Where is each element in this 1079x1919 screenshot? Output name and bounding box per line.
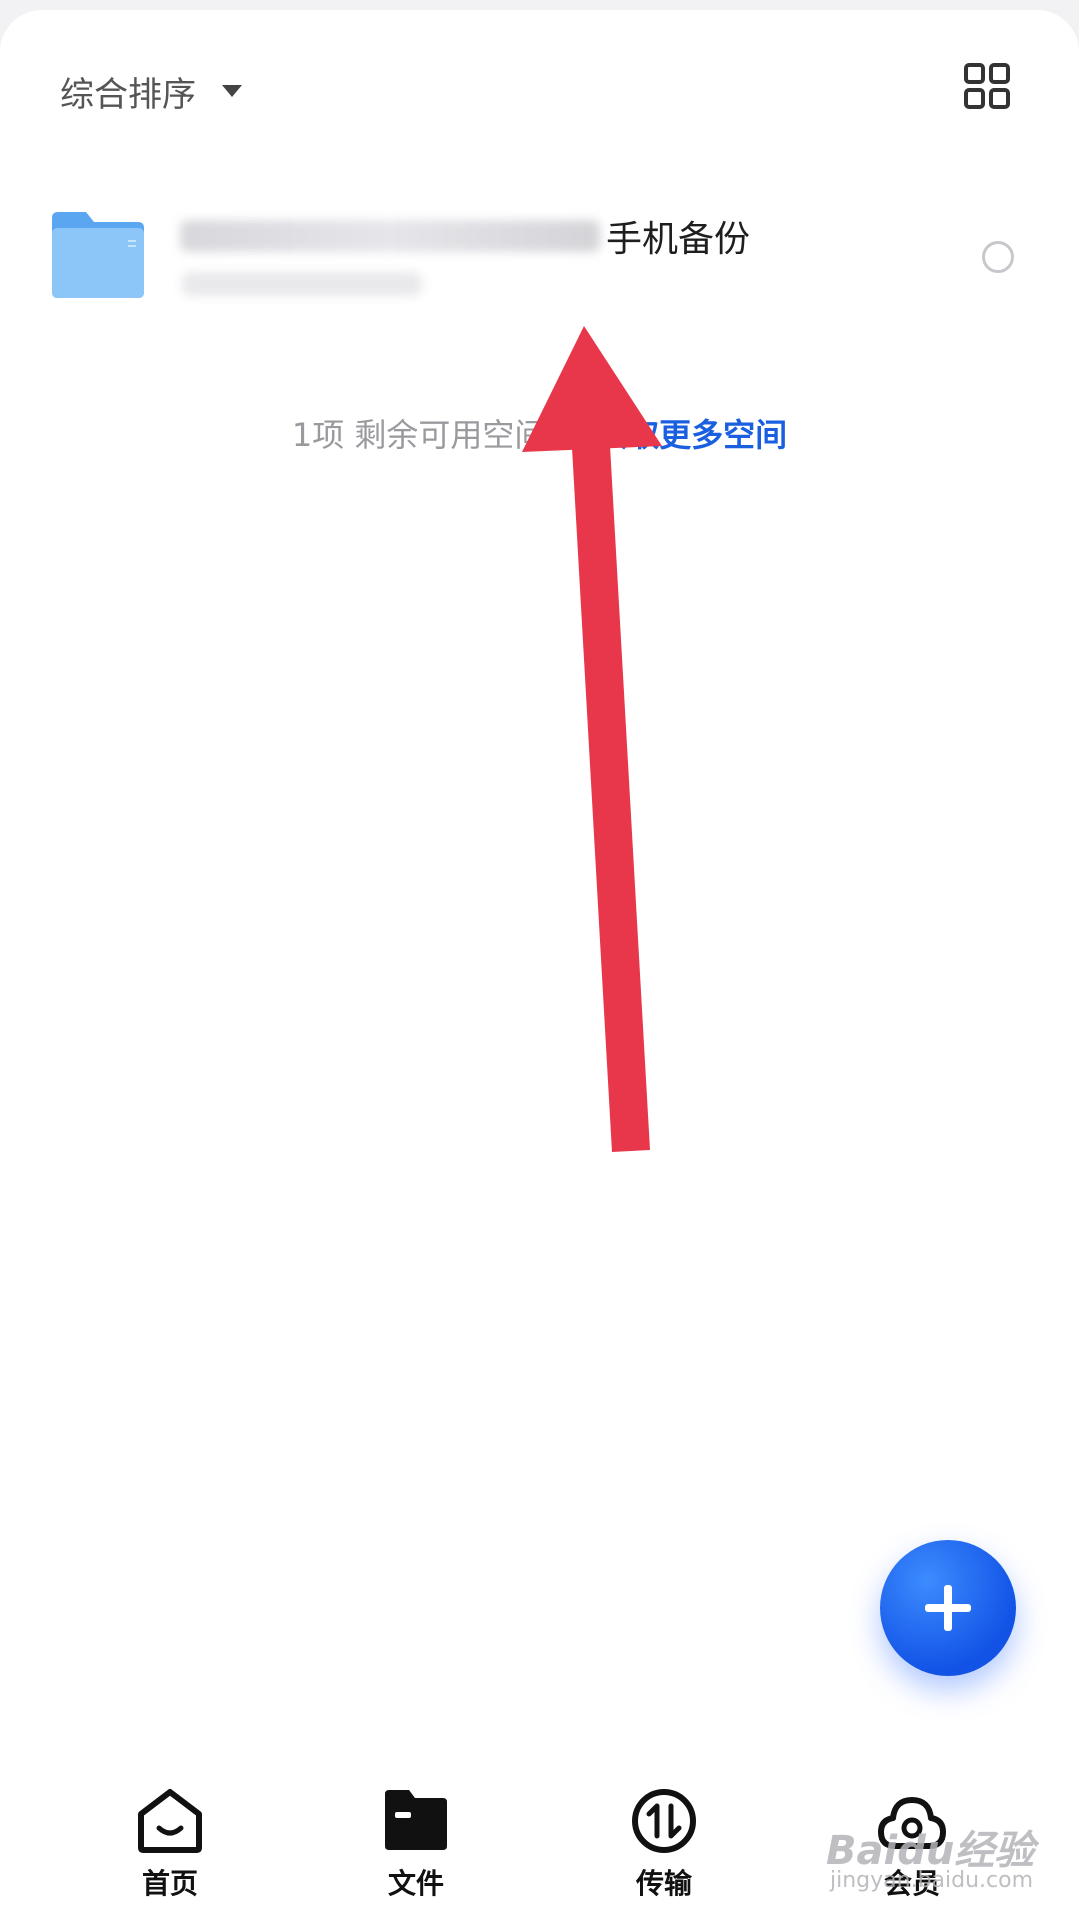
nav-label: 文件	[387, 1867, 444, 1900]
redacted-subtitle	[182, 272, 422, 296]
folder-icon	[48, 210, 148, 300]
nav-item-transfer[interactable]: 传输	[594, 1788, 734, 1902]
transfer-icon	[632, 1789, 696, 1853]
file-title: 手机备份	[180, 210, 750, 262]
plus-icon	[925, 1585, 971, 1631]
get-more-space-link[interactable]: 获取更多空间	[595, 416, 787, 454]
folder-filled-icon	[385, 1790, 447, 1850]
file-title-suffix: 手机备份	[606, 219, 751, 260]
nav-item-home[interactable]: 首页	[100, 1788, 240, 1902]
sort-label: 综合排序	[60, 74, 196, 115]
add-fab-button[interactable]	[880, 1540, 1016, 1676]
grid-view-icon[interactable]	[963, 62, 1011, 110]
nav-label: 传输	[635, 1867, 692, 1900]
home-icon	[138, 1789, 202, 1853]
select-radio[interactable]	[982, 241, 1014, 273]
file-list-item[interactable]: 手机备份	[0, 190, 1079, 330]
caret-down-icon	[222, 85, 242, 97]
nav-label: 首页	[141, 1867, 198, 1900]
storage-info: 1项 剩余可用空间9. 获取更多空间	[0, 410, 1079, 456]
nav-item-files[interactable]: 文件	[346, 1788, 486, 1902]
storage-count-text: 1项 剩余可用空间9.	[291, 416, 577, 454]
watermark-url: jingyan.baidu.com	[830, 1868, 1034, 1893]
redacted-text	[180, 220, 600, 252]
sort-dropdown[interactable]: 综合排序	[60, 66, 242, 116]
